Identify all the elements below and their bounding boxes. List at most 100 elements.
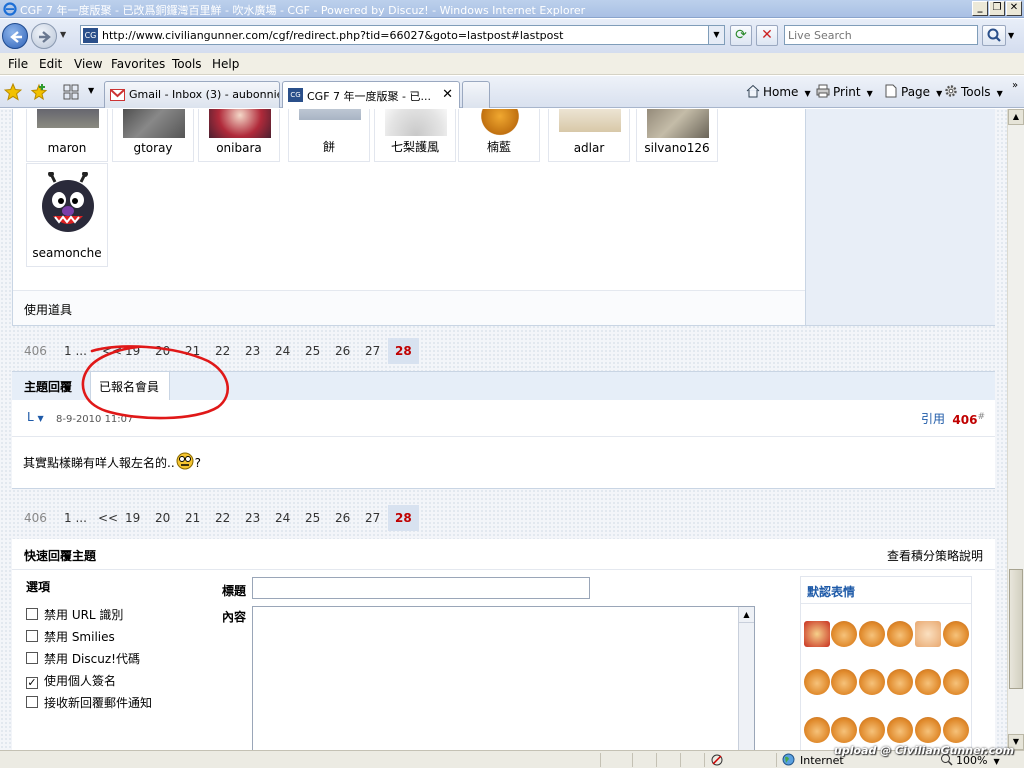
page-link[interactable]: 21: [185, 511, 200, 525]
option-use-signature[interactable]: ✓ 使用個人簽名: [26, 672, 116, 689]
search-input[interactable]: [785, 26, 973, 44]
textarea-scrollbar[interactable]: ▲: [738, 607, 754, 750]
smiley-icon[interactable]: [943, 621, 969, 647]
page-link[interactable]: 27: [365, 344, 380, 358]
option-disable-url[interactable]: 禁用 URL 識別: [26, 606, 123, 623]
member-card[interactable]: adlar: [548, 109, 630, 162]
print-dropdown-icon[interactable]: ▼: [867, 89, 873, 98]
back-button[interactable]: [2, 23, 28, 49]
page-first-link[interactable]: 1 ...: [64, 511, 87, 525]
member-card[interactable]: onibara: [198, 109, 280, 162]
minimize-button[interactable]: _: [972, 1, 988, 16]
menu-favorites[interactable]: Favorites: [111, 57, 165, 71]
tab-gmail[interactable]: Gmail - Inbox (3) - aubonnie...: [104, 81, 280, 108]
smiley-icon[interactable]: [887, 669, 913, 695]
menu-edit[interactable]: Edit: [39, 57, 62, 71]
post-floor-number[interactable]: 406#: [952, 412, 985, 427]
history-dropdown-icon[interactable]: ▼: [60, 30, 70, 40]
smiley-icon[interactable]: [943, 717, 969, 743]
member-card[interactable]: silvano126: [636, 109, 718, 162]
page-link[interactable]: 25: [305, 511, 320, 525]
scroll-up-icon[interactable]: ▲: [739, 607, 754, 623]
menu-view[interactable]: View: [74, 57, 102, 71]
page-link[interactable]: 23: [245, 344, 260, 358]
tab-thread-replies[interactable]: 主題回覆: [24, 378, 72, 395]
live-search-field[interactable]: [784, 25, 978, 45]
smiley-icon[interactable]: [859, 669, 885, 695]
smiley-icon[interactable]: [859, 717, 885, 743]
post-author-link[interactable]: L ▼: [27, 410, 44, 424]
tools-dropdown-icon[interactable]: ▼: [997, 89, 1003, 98]
smiley-icon[interactable]: [943, 669, 969, 695]
page-link[interactable]: 26: [335, 511, 350, 525]
page-first-link[interactable]: 1 ...: [64, 344, 87, 358]
page-link[interactable]: 24: [275, 344, 290, 358]
checkbox[interactable]: [26, 696, 38, 708]
refresh-button[interactable]: ⟳: [730, 25, 752, 46]
page-link[interactable]: 22: [215, 344, 230, 358]
menu-help[interactable]: Help: [212, 57, 239, 71]
scroll-up-icon[interactable]: ▲: [1008, 109, 1024, 125]
page-menu-button[interactable]: Page ▼: [884, 84, 942, 99]
smiley-icon[interactable]: [804, 621, 830, 647]
restore-button[interactable]: ❐: [989, 1, 1005, 16]
smiley-icon[interactable]: [831, 717, 857, 743]
page-link[interactable]: 20: [155, 511, 170, 525]
smiley-icon[interactable]: [804, 717, 830, 743]
option-email-notify[interactable]: 接收新回覆郵件通知: [26, 694, 152, 711]
favorites-star-icon[interactable]: [4, 83, 22, 101]
address-dropdown-icon[interactable]: ▼: [708, 26, 724, 44]
content-textarea[interactable]: ▲: [252, 606, 755, 750]
smiley-icon[interactable]: [887, 621, 913, 647]
smiley-icon[interactable]: [859, 621, 885, 647]
close-window-button[interactable]: ✕: [1006, 1, 1022, 16]
member-card[interactable]: 七梨護風: [374, 109, 456, 162]
page-link[interactable]: 21: [185, 344, 200, 358]
checkbox-checked[interactable]: ✓: [26, 677, 38, 689]
menu-tools[interactable]: Tools: [172, 57, 202, 71]
page-link[interactable]: 20: [155, 344, 170, 358]
member-card[interactable]: seamonche: [26, 163, 108, 267]
search-button[interactable]: [982, 25, 1006, 46]
home-button[interactable]: Home ▼: [746, 84, 811, 99]
quick-tabs-icon[interactable]: [62, 83, 80, 101]
zoom-dropdown-icon[interactable]: ▼: [993, 757, 999, 766]
home-dropdown-icon[interactable]: ▼: [804, 89, 810, 98]
page-link[interactable]: 19: [125, 344, 140, 358]
close-tab-icon[interactable]: ✕: [442, 87, 453, 102]
tab-registered-members[interactable]: 已報名會員: [90, 372, 171, 400]
page-link[interactable]: 24: [275, 511, 290, 525]
option-disable-discuz-code[interactable]: 禁用 Discuz!代碼: [26, 650, 140, 667]
member-card[interactable]: 楠藍: [458, 109, 540, 162]
page-link[interactable]: 26: [335, 344, 350, 358]
quote-button[interactable]: 引用: [921, 410, 945, 427]
stop-button[interactable]: ✕: [756, 25, 778, 46]
page-scrollbar[interactable]: ▲ ▼: [1007, 109, 1024, 750]
page-prev-link[interactable]: <<: [102, 344, 122, 358]
smiley-icon[interactable]: [915, 669, 941, 695]
add-favorite-icon[interactable]: [30, 83, 48, 101]
checkbox[interactable]: [26, 630, 38, 642]
smiley-icon[interactable]: [804, 669, 830, 695]
member-card[interactable]: gtoray: [112, 109, 194, 162]
menu-file[interactable]: File: [8, 57, 28, 71]
address-field[interactable]: CG http://www.civiliangunner.com/cgf/red…: [80, 25, 725, 45]
smiley-icon[interactable]: [915, 621, 941, 647]
scroll-thumb[interactable]: [1009, 569, 1023, 689]
smiley-icon[interactable]: [831, 621, 857, 647]
page-link[interactable]: 23: [245, 511, 260, 525]
subject-input[interactable]: [252, 577, 590, 599]
page-link[interactable]: 27: [365, 511, 380, 525]
new-tab-button[interactable]: [462, 81, 490, 108]
print-button[interactable]: Print ▼: [816, 84, 873, 99]
forward-button[interactable]: [31, 23, 57, 49]
page-link[interactable]: 22: [215, 511, 230, 525]
smiley-icon[interactable]: [831, 669, 857, 695]
page-link[interactable]: 19: [125, 511, 140, 525]
credits-policy-link[interactable]: 查看積分策略說明: [887, 547, 983, 564]
checkbox[interactable]: [26, 608, 38, 620]
option-disable-smilies[interactable]: 禁用 Smilies: [26, 628, 115, 645]
use-tools-link[interactable]: 使用道具: [24, 301, 72, 318]
page-prev-link[interactable]: <<: [98, 511, 118, 525]
search-options-dropdown-icon[interactable]: ▼: [1008, 31, 1014, 40]
